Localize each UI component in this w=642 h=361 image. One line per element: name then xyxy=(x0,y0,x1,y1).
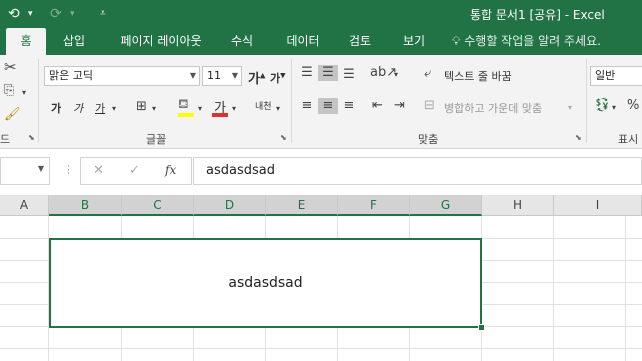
app-name: Excel xyxy=(572,8,605,22)
align-left-icon[interactable]: ≡ xyxy=(298,98,316,114)
insert-function-icon[interactable]: fx xyxy=(165,163,176,177)
formula-input[interactable]: asdasdsad xyxy=(193,157,642,185)
merge-center-button[interactable]: 병합하고 가운데 맞춤 xyxy=(444,100,542,116)
phonetic-guide-button[interactable]: 내천 xyxy=(255,99,272,112)
merge-dropdown-icon[interactable]: ▾ xyxy=(568,100,572,116)
clipboard-launcher-icon[interactable]: ⬊ xyxy=(28,133,35,142)
underline-button[interactable]: 가 xyxy=(95,100,105,116)
font-size-dropdown[interactable]: 11 ▼ xyxy=(202,66,242,86)
enter-icon[interactable]: ✓ xyxy=(129,163,140,178)
column-header-b[interactable]: B xyxy=(49,195,122,216)
merged-cell-selected[interactable]: asdasdsad xyxy=(49,238,482,328)
alignment-group-label: 맞춤 xyxy=(418,133,439,146)
tab-formulas[interactable]: 수식 xyxy=(222,28,262,55)
increase-font-button[interactable]: 가▲ xyxy=(248,68,265,87)
font-launcher-icon[interactable]: ⬊ xyxy=(280,133,287,142)
window-title: 통합 문서1 [공유] - Excel xyxy=(470,6,605,23)
tab-view[interactable]: 보기 xyxy=(394,28,434,55)
align-top-icon[interactable]: ☰ xyxy=(298,65,316,81)
group-divider xyxy=(586,59,587,143)
tab-data[interactable]: 데이터 xyxy=(278,28,328,55)
copy-dropdown-icon[interactable]: ▾ xyxy=(22,85,26,101)
chevron-down-icon: ▼ xyxy=(189,71,196,80)
column-header-g[interactable]: G xyxy=(410,195,482,216)
align-bottom-icon[interactable]: ☰ xyxy=(340,67,358,83)
tell-me-box[interactable]: 💡︎ 수행할 작업을 알려 주세요. xyxy=(452,28,601,55)
percent-icon[interactable]: % xyxy=(627,98,639,114)
decrease-font-button[interactable]: 가▼ xyxy=(270,70,286,86)
gridline xyxy=(0,348,642,349)
column-header-i[interactable]: I xyxy=(554,195,642,216)
tab-review[interactable]: 검토 xyxy=(340,28,380,55)
alignment-launcher-icon[interactable]: ⬊ xyxy=(575,133,582,142)
accounting-dropdown-icon[interactable]: ▾ xyxy=(612,100,616,116)
font-color-swatch xyxy=(212,113,228,117)
ribbon-tabs: 홈 삽입 페이지 레이아웃 수식 데이터 검토 보기 💡︎ 수행할 작업을 알려… xyxy=(0,28,642,55)
column-header-a[interactable]: A xyxy=(0,195,49,216)
group-divider xyxy=(291,59,292,143)
phonetic-dropdown-icon[interactable]: ▾ xyxy=(276,101,280,117)
number-group-label: 표시 xyxy=(618,133,639,146)
column-header-e[interactable]: E xyxy=(266,195,338,216)
undo-icon[interactable]: ⟲ xyxy=(8,4,20,24)
clipboard-group-label: 드 xyxy=(0,133,11,146)
column-header-d[interactable]: D xyxy=(194,195,266,216)
cut-icon[interactable]: ✂ xyxy=(4,59,17,75)
font-size-value: 11 xyxy=(207,69,221,82)
copy-icon[interactable]: ⎘ xyxy=(4,83,14,99)
bold-button[interactable]: 가 xyxy=(51,100,61,116)
redo-icon[interactable]: ⟳ xyxy=(50,4,62,24)
number-format-dropdown[interactable]: 일반 xyxy=(590,66,642,86)
undo-dropdown-icon[interactable]: ▾ xyxy=(28,4,33,24)
number-format-value: 일반 xyxy=(595,69,616,82)
ribbon: ✂ ⎘ ▾ 🖌︎ 드 ⬊ 맑은 고딕 ▼ 11 ▼ 가▲ 가▼ 가 가 가 ▾ … xyxy=(0,55,642,149)
document-name: 통합 문서1 xyxy=(470,8,526,22)
chevron-down-icon[interactable]: ▼ xyxy=(38,164,44,173)
merge-center-icon[interactable]: ⊟ xyxy=(424,98,435,114)
decrease-indent-icon[interactable]: ⇤ xyxy=(372,98,383,114)
worksheet-grid[interactable]: A B C D E F G H I asdasdsad xyxy=(0,195,642,361)
font-name-dropdown[interactable]: 맑은 고딕 ▼ xyxy=(44,66,200,86)
lightbulb-icon: 💡︎ xyxy=(452,34,461,48)
formula-controls: ✕ ✓ fx xyxy=(80,157,192,185)
column-header-c[interactable]: C xyxy=(122,195,194,216)
align-center-icon[interactable]: ≡ xyxy=(318,98,338,114)
wrap-text-button[interactable]: 텍스트 줄 바꿈 xyxy=(444,68,512,84)
title-bar: ⟲ ▾ ⟳ ▾ ⩡ 통합 문서1 [공유] - Excel xyxy=(0,0,642,28)
column-header-h[interactable]: H xyxy=(482,195,554,216)
cancel-icon[interactable]: ✕ xyxy=(93,163,104,178)
resize-dots-icon[interactable]: ⋮ xyxy=(63,163,74,176)
borders-dropdown-icon[interactable]: ▾ xyxy=(152,101,156,117)
chevron-down-icon: ▼ xyxy=(231,71,238,80)
fill-color-swatch xyxy=(178,113,194,117)
customize-qat-icon[interactable]: ⩡ xyxy=(100,4,106,24)
tell-me-text: 수행할 작업을 알려 주세요. xyxy=(464,34,601,48)
column-header-f[interactable]: F xyxy=(338,195,410,216)
tab-home[interactable]: 홈 xyxy=(6,28,46,55)
align-middle-icon[interactable]: ☰ xyxy=(318,65,338,81)
redo-dropdown-icon[interactable]: ▾ xyxy=(70,4,75,24)
name-box[interactable]: ▼ xyxy=(0,157,50,185)
orientation-dropdown-icon[interactable]: ▾ xyxy=(394,67,398,83)
italic-button[interactable]: 가 xyxy=(73,100,83,116)
font-name-value: 맑은 고딕 xyxy=(49,69,93,82)
format-painter-icon[interactable]: 🖌︎ xyxy=(4,107,21,123)
font-color-dropdown-icon[interactable]: ▾ xyxy=(232,101,236,117)
formula-bar: ▼ ⋮ ✕ ✓ fx asdasdsad xyxy=(0,149,642,195)
fill-handle[interactable] xyxy=(478,324,485,331)
tab-page-layout[interactable]: 페이지 레이아웃 xyxy=(108,28,214,55)
wrap-text-icon[interactable]: ⤶ xyxy=(424,66,431,82)
increase-indent-icon[interactable]: ⇥ xyxy=(394,98,405,114)
group-divider xyxy=(38,59,39,143)
tab-insert[interactable]: 삽입 xyxy=(54,28,94,55)
fill-color-dropdown-icon[interactable]: ▾ xyxy=(198,101,202,117)
align-right-icon[interactable]: ≡ xyxy=(340,98,358,114)
fill-color-icon[interactable]: ⛾ xyxy=(178,97,189,113)
shared-indicator: [공유] xyxy=(529,8,561,22)
font-group-label: 글꼴 xyxy=(146,133,167,146)
accounting-format-icon[interactable]: 💱︎ xyxy=(594,98,611,114)
title-separator: - xyxy=(564,8,570,22)
underline-dropdown-icon[interactable]: ▾ xyxy=(112,101,116,117)
borders-icon[interactable]: ⊞ xyxy=(136,99,147,115)
